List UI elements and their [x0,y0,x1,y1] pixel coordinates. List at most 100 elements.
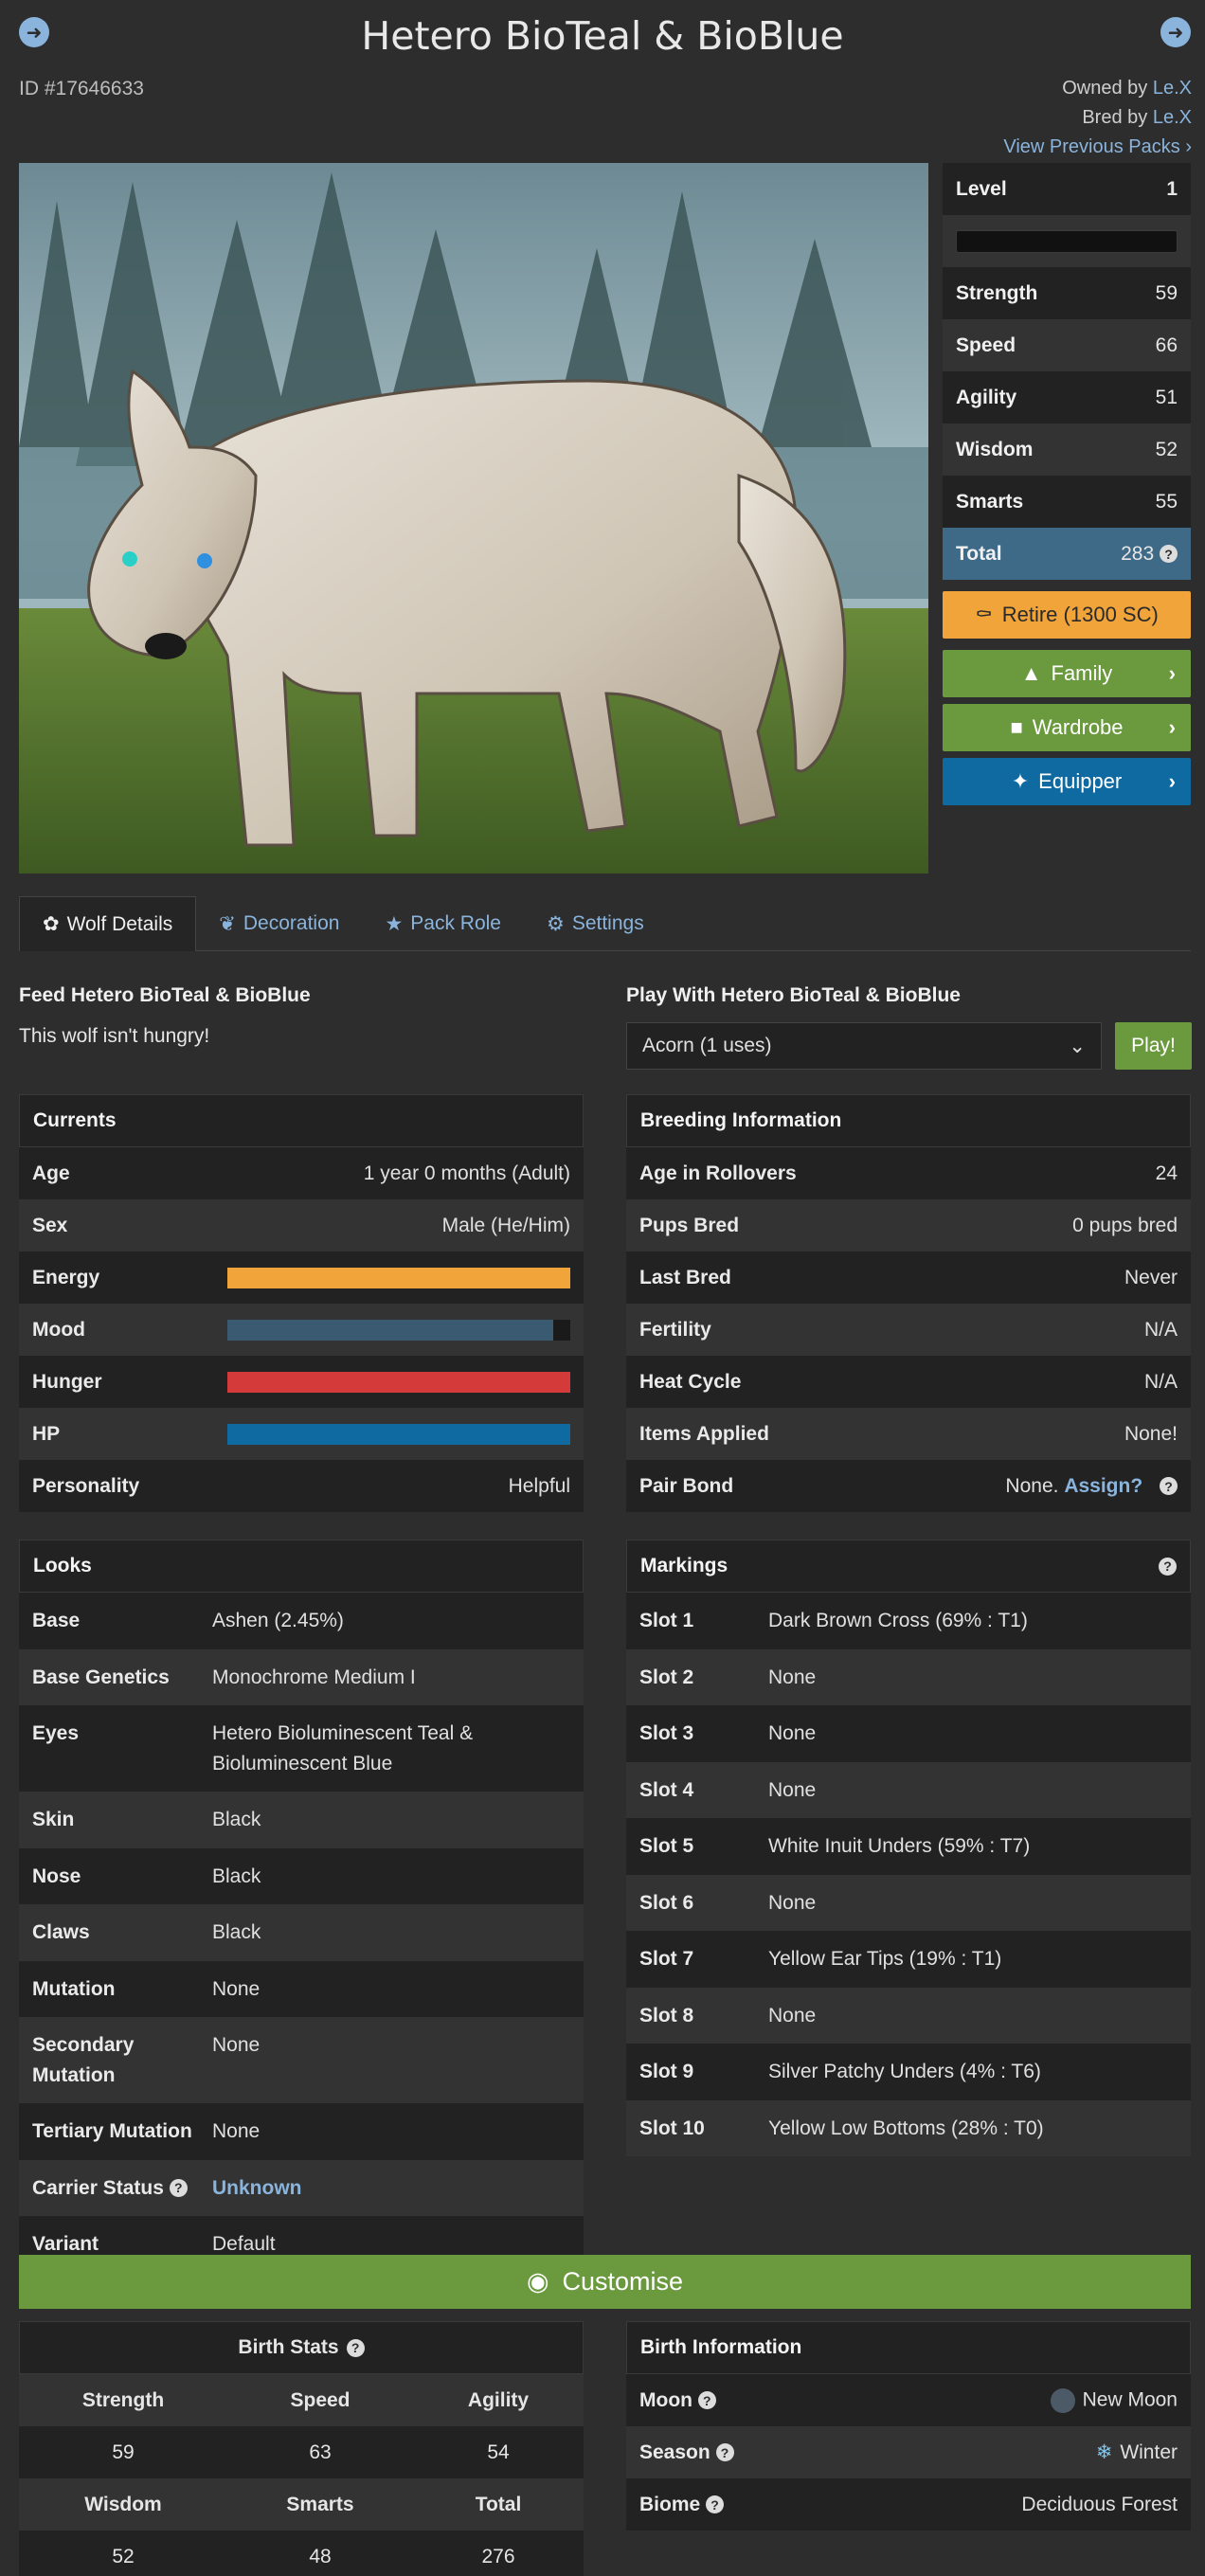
tab-decoration[interactable]: ❦ Decoration [196,896,362,951]
assign-link[interactable]: Assign? [1064,1475,1142,1497]
markings-panel: Markings ? Slot 1 Dark Brown Cross (69% :… [626,1540,1191,2156]
tab-settings[interactable]: ⚙ Settings [524,896,667,951]
looks-label: Nose [32,1864,81,1887]
birth-stat-header: Wisdom [19,2478,227,2531]
breeding-value: 0 pups bred [1072,1214,1178,1236]
birth-stats-grid: Strength Speed Agility 59 63 54 Wisdom S… [19,2374,584,2576]
slot-value: White Inuit Unders (59% : T7) [768,1835,1031,1857]
help-icon[interactable]: ? [1159,1557,1177,1576]
looks-value: Black [212,1864,261,1887]
moon-row: Moon ? New Moon [626,2374,1191,2426]
looks-row: Skin Black [19,1792,584,1848]
tab-label: Settings [571,912,644,934]
wardrobe-button[interactable]: ■ Wardrobe › [943,704,1191,751]
help-icon[interactable]: ? [1160,1477,1178,1496]
stat-value: 51 [1155,386,1178,408]
marking-slot: Slot 9 Silver Patchy Unders (4% : T6) [626,2044,1191,2100]
breeding-value: None! [1124,1422,1178,1445]
equipper-label: Equipper [1038,769,1123,793]
help-icon[interactable]: ? [346,2338,365,2357]
slot-label: Slot 10 [639,2117,705,2139]
chevron-down-icon: ⌄ [1069,1035,1086,1057]
help-icon[interactable]: ? [715,2443,734,2462]
pair-bond-label: Pair Bond [639,1474,734,1497]
carrier-status-link[interactable]: Unknown [212,2173,302,2204]
birth-stats-panel: Birth Stats ? Strength Speed Agility 59 … [19,2321,584,2576]
looks-row: Tertiary Mutation None [19,2103,584,2160]
next-wolf-button[interactable]: ➜ [1160,17,1191,47]
stat-value: 66 [1155,333,1178,356]
stat-label: Agility [956,386,1017,408]
total-value: 283 [1121,542,1155,565]
family-button[interactable]: ▲ Family › [943,650,1191,697]
looks-label: Secondary Mutation [32,2034,135,2086]
looks-value: Black [212,1809,261,1830]
stat-agility-row: Agility 51 [943,371,1191,423]
looks-row: Eyes Hetero Bioluminescent Teal & Biolumi… [19,1705,584,1792]
stat-label: Wisdom [956,438,1034,460]
sex-value: Male (He/Him) [441,1214,570,1236]
hunger-row: Hunger [19,1356,584,1408]
palette-icon: ◉ [526,2267,549,2296]
stat-smarts-row: Smarts 55 [943,476,1191,528]
breeding-label: Age in Rollovers [639,1162,797,1184]
birth-stat-value: 59 [19,2426,227,2478]
slot-value: None [768,1891,817,1914]
biome-label-text: Biome [639,2493,701,2515]
slot-label: Slot 8 [639,2004,694,2027]
breeding-label: Pups Bred [639,1214,740,1236]
birth-stat-value: 63 [227,2426,413,2478]
breeding-title: Breeding Information [626,1094,1191,1147]
slot-label: Slot 9 [639,2061,694,2082]
marking-slot: Slot 5 White Inuit Unders (59% : T7) [626,1818,1191,1875]
birth-stat-header: Strength [19,2374,227,2426]
slot-value: None [768,2004,817,2027]
retire-button[interactable]: ⚰ Retire (1300 SC) [943,591,1191,639]
toy-select[interactable]: Acorn (1 uses) ⌄ [626,1022,1102,1070]
looks-row: Claws Black [19,1904,584,1961]
birth-stat-header: Total [413,2478,584,2531]
slot-value: Silver Patchy Unders (4% : T6) [768,2061,1041,2082]
xp-bar [956,229,1178,253]
birth-stat-value: 52 [19,2531,227,2576]
owned-by-label: Owned by [1062,78,1148,99]
help-icon[interactable]: ? [1160,545,1178,564]
looks-row: Mutation None [19,1960,584,2017]
level-label: Level [956,177,1007,200]
carrier-status-label: Carrier Status ? [32,2173,212,2204]
help-icon[interactable]: ? [706,2495,725,2514]
markings-title: Markings [640,1555,728,1576]
birth-info-title: Birth Information [626,2321,1191,2374]
breeding-row: Items Applied None! [626,1408,1191,1460]
customise-button[interactable]: ◉ Customise [19,2255,1191,2309]
help-icon[interactable]: ? [169,2179,188,2198]
looks-value: Ashen (2.45%) [212,1610,344,1631]
personality-label: Personality [32,1474,140,1497]
help-icon[interactable]: ? [697,2391,716,2410]
grave-icon: ⚰ [975,603,993,626]
level-row: Level 1 [943,163,1191,215]
xp-row [943,215,1191,267]
view-previous-packs-link[interactable]: View Previous Packs › [1003,136,1192,158]
pair-bond-text: None. [1005,1474,1059,1497]
stat-label: Smarts [956,490,1024,513]
birth-stats-header: Birth Stats ? [19,2321,584,2374]
owner-link[interactable]: Le.X [1153,78,1192,99]
star-icon: ★ [385,912,404,935]
biome-label: Biome ? [639,2493,725,2516]
breeder-link[interactable]: Le.X [1153,107,1192,128]
view-previous-label[interactable]: View Previous Packs [1003,136,1179,157]
slot-label: Slot 4 [639,1778,694,1801]
customise-label: Customise [562,2267,684,2296]
tab-wolf-details[interactable]: ✿ Wolf Details [19,896,197,951]
tab-pack-role[interactable]: ★ Pack Role [362,896,524,951]
breeding-row: Fertility N/A [626,1304,1191,1356]
play-button[interactable]: Play! [1115,1022,1192,1070]
equipper-button[interactable]: ✦ Equipper › [943,758,1191,805]
energy-label: Energy [32,1266,100,1288]
shirt-icon: ■ [1010,715,1023,739]
slot-value: None [768,1778,817,1801]
moon-value-text: New Moon [1082,2388,1178,2411]
moon-label-text: Moon [639,2388,692,2411]
bred-by-label: Bred by [1082,107,1148,128]
